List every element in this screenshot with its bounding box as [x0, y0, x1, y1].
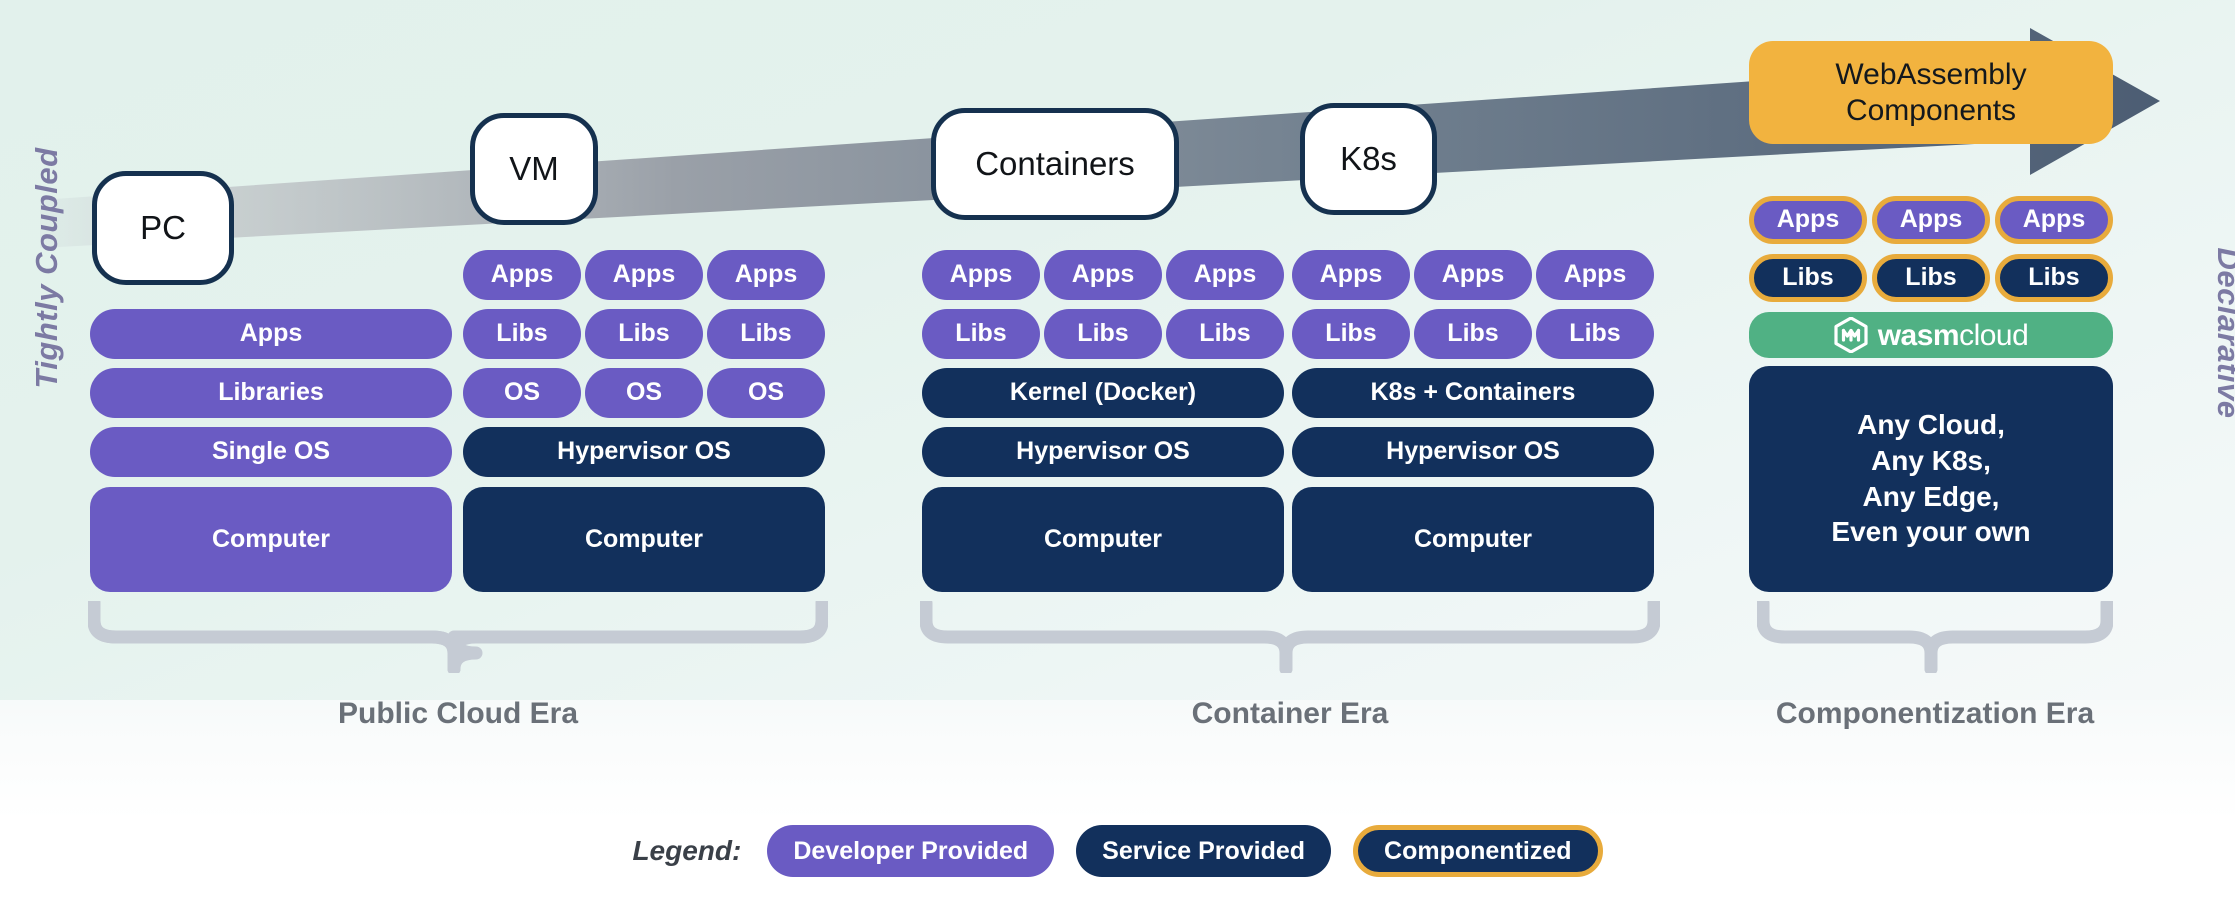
wasm-col1-apps: Apps: [1749, 196, 1867, 244]
wasm-col3-libs: Libs: [1995, 254, 2113, 302]
k8s-shared-k8s-containers: K8s + Containers: [1292, 368, 1654, 418]
containers-col3-apps: Apps: [1166, 250, 1284, 300]
pc-row-apps: Apps: [90, 309, 452, 359]
containers-col1-apps: Apps: [922, 250, 1040, 300]
timeline-node-webassembly-components: WebAssembly Components: [1749, 41, 2113, 144]
timeline-node-containers: Containers: [931, 108, 1179, 220]
vm-col3-os: OS: [707, 368, 825, 418]
vm-col1-os: OS: [463, 368, 581, 418]
wasm-footer-any-cloud: Any Cloud, Any K8s, Any Edge, Even your …: [1749, 366, 2113, 592]
legend-item-componentized: Componentized: [1353, 825, 1603, 877]
timeline-node-vm: VM: [470, 113, 598, 225]
wasm-header-line2: Components: [1845, 93, 2017, 127]
wasmcloud-wordmark-bold: wasm: [1877, 318, 1960, 352]
pc-row-single-os: Single OS: [90, 427, 452, 477]
vm-col2-os: OS: [585, 368, 703, 418]
containers-col1-libs: Libs: [922, 309, 1040, 359]
timeline-node-pc-label: PC: [140, 209, 186, 246]
wasmcloud-platform-bar: wasmcloud: [1749, 312, 2113, 358]
k8s-col1-libs: Libs: [1292, 309, 1410, 359]
containers-col2-apps: Apps: [1044, 250, 1162, 300]
wasm-footer-line-2: Any K8s,: [1871, 444, 1991, 476]
era-label-componentization: Componentization Era: [1775, 697, 2095, 730]
timeline-node-k8s: K8s: [1300, 103, 1437, 215]
legend: Legend: Developer Provided Service Provi…: [0, 820, 2235, 882]
axis-label-declarative: Declarative: [2211, 247, 2235, 419]
vm-shared-computer: Computer: [463, 487, 825, 592]
wasm-col2-apps: Apps: [1872, 196, 1990, 244]
legend-item-developer-provided: Developer Provided: [767, 825, 1055, 877]
containers-col2-libs: Libs: [1044, 309, 1162, 359]
legend-item-service-provided: Service Provided: [1076, 825, 1332, 877]
wasmcloud-wordmark: wasmcloud: [1878, 319, 2029, 352]
era-label-container: Container Era: [1191, 697, 1389, 730]
containers-shared-hypervisor-os: Hypervisor OS: [922, 427, 1284, 477]
axis-label-tightly-coupled: Tightly Coupled: [29, 147, 64, 389]
era-brace-public-cloud: [88, 601, 828, 673]
wasm-col2-libs: Libs: [1872, 254, 1990, 302]
diagram-canvas: PC VM Containers K8s WebAssembly Compone…: [0, 0, 2235, 914]
timeline-node-vm-label: VM: [509, 150, 559, 187]
pc-row-libraries: Libraries: [90, 368, 452, 418]
k8s-shared-hypervisor-os: Hypervisor OS: [1292, 427, 1654, 477]
era-brace-container: [920, 601, 1660, 673]
wasm-col3-apps: Apps: [1995, 196, 2113, 244]
legend-title: Legend:: [632, 835, 742, 866]
k8s-col3-apps: Apps: [1536, 250, 1654, 300]
containers-shared-kernel-docker: Kernel (Docker): [922, 368, 1284, 418]
containers-shared-computer: Computer: [922, 487, 1284, 592]
k8s-col2-apps: Apps: [1414, 250, 1532, 300]
vm-col1-apps: Apps: [463, 250, 581, 300]
wasmcloud-wordmark-light: cloud: [1959, 318, 2029, 352]
vm-col3-libs: Libs: [707, 309, 825, 359]
vm-col1-libs: Libs: [463, 309, 581, 359]
vm-shared-hypervisor-os: Hypervisor OS: [463, 427, 825, 477]
wasm-header-line1: WebAssembly: [1835, 58, 2027, 92]
timeline-node-k8s-label: K8s: [1340, 140, 1397, 177]
wasm-footer-line-4: Even your own: [1831, 516, 2031, 548]
k8s-col2-libs: Libs: [1414, 309, 1532, 359]
era-brace-componentization: [1757, 601, 2113, 673]
vm-col3-apps: Apps: [707, 250, 825, 300]
k8s-col1-apps: Apps: [1292, 250, 1410, 300]
wasm-footer-line-1: Any Cloud,: [1857, 408, 2005, 440]
timeline-node-containers-label: Containers: [975, 145, 1135, 182]
wasm-footer-line-3: Any Edge,: [1862, 480, 2000, 512]
vm-col2-libs: Libs: [585, 309, 703, 359]
wasmcloud-hex-icon: [1834, 317, 1868, 353]
k8s-shared-computer: Computer: [1292, 487, 1654, 592]
vm-col2-apps: Apps: [585, 250, 703, 300]
k8s-col3-libs: Libs: [1536, 309, 1654, 359]
era-label-public-cloud: Public Cloud Era: [337, 697, 579, 730]
containers-col3-libs: Libs: [1166, 309, 1284, 359]
timeline-node-pc: PC: [92, 171, 234, 285]
pc-row-computer: Computer: [90, 487, 452, 592]
wasm-col1-libs: Libs: [1749, 254, 1867, 302]
